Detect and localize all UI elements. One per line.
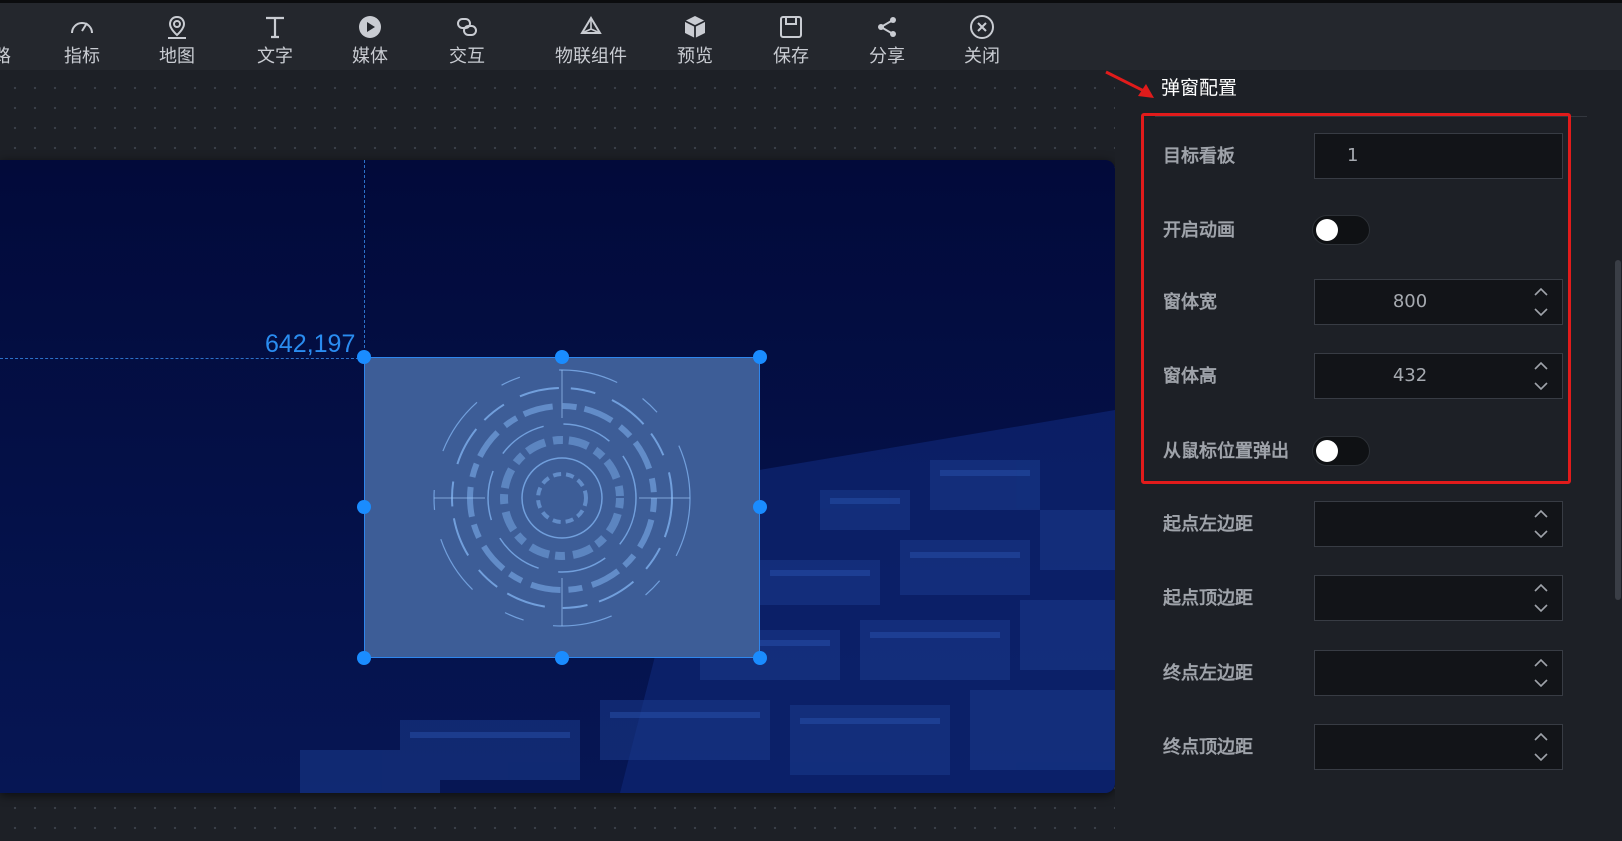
play-circle-icon: [357, 13, 383, 41]
chevron-down-icon[interactable]: [1533, 304, 1549, 320]
target-board-value: 1: [1347, 145, 1359, 166]
toolbar-item-label: 分享: [869, 46, 905, 67]
toolbar-item-label: 保存: [773, 46, 809, 67]
end-top-input[interactable]: [1314, 724, 1563, 770]
chevron-up-icon[interactable]: [1533, 284, 1549, 300]
close-circle-icon: [969, 13, 995, 41]
toolbar-item-close[interactable]: 关闭: [942, 13, 1022, 69]
annotation-arrow-icon: [1105, 70, 1154, 98]
toolbar-item-interaction[interactable]: 交互: [427, 13, 507, 69]
chevron-up-icon[interactable]: [1533, 358, 1549, 374]
map-pin-icon: [164, 13, 190, 41]
toolbar-item-map[interactable]: 地图: [137, 13, 217, 69]
toolbar-item-label: 地图: [159, 46, 195, 67]
toolbar-item-label: 关闭: [964, 46, 1000, 67]
toolbar-item-label: 媒体: [352, 46, 388, 67]
toolbar-item-iot[interactable]: 物联组件: [541, 13, 641, 69]
start-left-label: 起点左边距: [1163, 514, 1253, 535]
window-height-value: 432: [1392, 365, 1428, 386]
share-icon: [874, 13, 900, 41]
popup-config-panel: 弹窗配置 目标看板 1 开启动画 窗体宽 800 窗体高 432 从鼠标位置弹出…: [1115, 70, 1622, 841]
save-icon: [778, 13, 804, 41]
toolbar-item-text[interactable]: 文字: [235, 13, 315, 69]
window-width-input[interactable]: 800: [1314, 279, 1563, 325]
chevron-down-icon[interactable]: [1533, 675, 1549, 691]
window-width-label: 窗体宽: [1163, 292, 1217, 313]
end-top-label: 终点顶边距: [1163, 737, 1253, 758]
editor-canvas[interactable]: 642,197: [0, 70, 1120, 841]
iot-icon: [578, 13, 604, 41]
guide-line-vertical: [364, 160, 365, 368]
resize-handle-top-left[interactable]: [357, 350, 371, 364]
position-readout: 642,197: [265, 330, 356, 358]
chevron-down-icon[interactable]: [1533, 600, 1549, 616]
divider: [1155, 116, 1587, 117]
toolbar: 路 指标 地图 文字 媒体 交互 物联组件 预览 保存 分享 关闭: [0, 0, 1622, 70]
popup-from-mouse-label: 从鼠标位置弹出: [1163, 441, 1289, 462]
resize-handle-bottom-left[interactable]: [357, 651, 371, 665]
resize-handle-left[interactable]: [357, 500, 371, 514]
start-top-input[interactable]: [1314, 575, 1563, 621]
window-height-input[interactable]: 432: [1314, 353, 1563, 399]
scrollbar-thumb[interactable]: [1615, 260, 1621, 600]
end-left-input[interactable]: [1314, 650, 1563, 696]
toolbar-item-save[interactable]: 保存: [751, 13, 831, 69]
toolbar-item-label: 文字: [257, 46, 293, 67]
toolbar-item-label: 交互: [449, 46, 485, 67]
cube-icon: [682, 13, 708, 41]
start-top-label: 起点顶边距: [1163, 588, 1253, 609]
resize-handle-top[interactable]: [555, 350, 569, 364]
radar-graphic: [433, 369, 691, 627]
toolbar-item-media[interactable]: 媒体: [330, 13, 410, 69]
toolbar-item-metric[interactable]: 指标: [42, 13, 122, 69]
dashboard-screen[interactable]: 642,197: [0, 160, 1115, 793]
toolbar-item-label: 指标: [64, 46, 100, 67]
window-width-value: 800: [1392, 291, 1428, 312]
resize-handle-right[interactable]: [753, 500, 767, 514]
gauge-icon: [69, 13, 95, 41]
resize-handle-bottom-right[interactable]: [753, 651, 767, 665]
app-window: 路 指标 地图 文字 媒体 交互 物联组件 预览 保存 分享 关闭 642,19…: [0, 0, 1622, 841]
panel-scrollbar[interactable]: [1612, 70, 1622, 841]
chevron-up-icon[interactable]: [1533, 655, 1549, 671]
enable-animation-toggle[interactable]: [1312, 215, 1370, 245]
panel-title: 弹窗配置: [1161, 77, 1238, 99]
end-left-label: 终点左边距: [1163, 663, 1253, 684]
target-board-input[interactable]: 1: [1314, 133, 1563, 179]
start-left-input[interactable]: [1314, 501, 1563, 547]
link-icon: [454, 13, 480, 41]
toolbar-item-label: 预览: [677, 46, 713, 67]
chevron-up-icon[interactable]: [1533, 729, 1549, 745]
enable-animation-label: 开启动画: [1163, 220, 1235, 241]
chevron-up-icon[interactable]: [1533, 580, 1549, 596]
popup-from-mouse-toggle[interactable]: [1312, 436, 1370, 466]
toolbar-item-preview[interactable]: 预览: [655, 13, 735, 69]
toolbar-item-route[interactable]: 路: [0, 13, 42, 69]
resize-handle-top-right[interactable]: [753, 350, 767, 364]
target-board-label: 目标看板: [1163, 146, 1235, 167]
toolbar-item-label: 物联组件: [555, 46, 627, 67]
window-height-label: 窗体高: [1163, 366, 1217, 387]
toolbar-item-label: 路: [0, 46, 11, 67]
chevron-down-icon[interactable]: [1533, 749, 1549, 765]
chevron-down-icon[interactable]: [1533, 378, 1549, 394]
resize-handle-bottom[interactable]: [555, 651, 569, 665]
selected-component[interactable]: [364, 357, 760, 658]
text-icon: [262, 13, 288, 41]
toolbar-item-share[interactable]: 分享: [847, 13, 927, 69]
chevron-down-icon[interactable]: [1533, 526, 1549, 542]
chevron-up-icon[interactable]: [1533, 506, 1549, 522]
